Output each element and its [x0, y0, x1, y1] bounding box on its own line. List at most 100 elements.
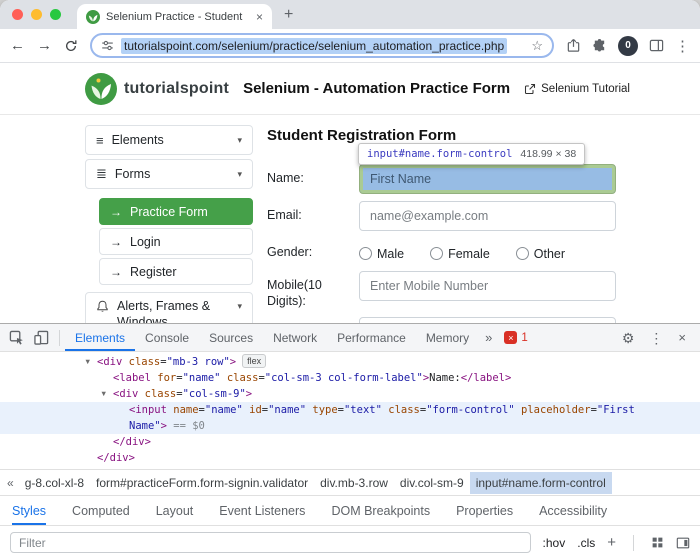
sidebar-item-alerts-frames-windows[interactable]: Alerts, Frames & Windows ▾ — [85, 292, 253, 323]
settings-gear-icon[interactable]: ⚙ — [622, 331, 635, 345]
url-text[interactable]: tutorialspoint.com/selenium/practice/sel… — [121, 38, 507, 54]
close-window-button[interactable] — [12, 9, 23, 20]
sidebar-item-register[interactable]: → Register — [99, 258, 253, 285]
radio-label: Other — [534, 247, 565, 261]
devtools-tabs: ElementsConsoleSourcesNetworkPerformance… — [65, 324, 479, 351]
bookmark-star-icon[interactable]: ☆ — [531, 38, 543, 54]
dom-tree-line[interactable]: ▼<div class="mb-3 row">flex — [0, 354, 700, 370]
new-style-rule-icon[interactable]: + — [607, 534, 616, 551]
devtools-tab-performance[interactable]: Performance — [327, 324, 416, 351]
dom-tree-line[interactable]: </div> — [0, 450, 700, 466]
breadcrumb-item[interactable]: g-8.col-xl-8 — [19, 472, 90, 494]
element-classes-button[interactable]: .cls — [577, 536, 595, 550]
breadcrumb-scroll-icon[interactable]: « — [2, 476, 19, 490]
radio-other[interactable] — [516, 247, 529, 260]
tutorialspoint-logo[interactable]: tutorialspoint — [85, 73, 229, 105]
radio-label: Male — [377, 247, 404, 261]
error-x-icon: × — [504, 331, 517, 344]
logo-text: tutorialspoint — [124, 80, 229, 98]
side-panel-icon[interactable] — [649, 38, 664, 53]
radio-option-other[interactable]: Other — [516, 247, 565, 261]
zoom-window-button[interactable] — [50, 9, 61, 20]
radio-female[interactable] — [430, 247, 443, 260]
device-toolbar-icon[interactable] — [34, 330, 49, 345]
sidebar-item-elements[interactable]: ≡ Elements ▾ — [85, 125, 253, 155]
styles-pane-tab-styles[interactable]: Styles — [12, 496, 46, 525]
back-icon[interactable]: ← — [10, 38, 25, 53]
flex-badge[interactable]: flex — [242, 354, 266, 368]
styles-pane-tab-computed[interactable]: Computed — [72, 496, 130, 525]
toggle-element-state-button[interactable]: :hov — [543, 536, 566, 550]
selenium-tutorial-link[interactable]: Selenium Tutorial — [524, 83, 630, 95]
styles-pane-tab-properties[interactable]: Properties — [456, 496, 513, 525]
extensions-puzzle-icon[interactable] — [592, 38, 607, 53]
email-input[interactable] — [359, 201, 616, 231]
sidebar-item-practice-form[interactable]: → Practice Form — [99, 198, 253, 225]
tab-title: Selenium Practice - Student — [106, 11, 250, 23]
devtools-toolbar-right: ⚙ ⋮ × — [622, 330, 696, 345]
mobile-field — [359, 271, 616, 310]
radio-option-female[interactable]: Female — [430, 247, 490, 261]
breadcrumb-item[interactable]: div.mb-3.row — [314, 472, 394, 494]
expand-arrow-icon[interactable]: ▼ — [100, 386, 113, 402]
dom-tree[interactable]: ▼<div class="mb-3 row">flex<label for="n… — [0, 352, 700, 469]
browser-menu-icon[interactable]: ⋮ — [675, 37, 690, 55]
name-input[interactable] — [359, 164, 616, 194]
devtools-tab-elements[interactable]: Elements — [65, 324, 135, 351]
devtools-tab-console[interactable]: Console — [135, 324, 199, 351]
dom-tree-line[interactable]: Name"> == $0 — [0, 418, 700, 434]
breadcrumb-item[interactable]: div.col-sm-9 — [394, 472, 470, 494]
breadcrumb-item[interactable]: form#practiceForm.form-signin.validator — [90, 472, 314, 494]
breadcrumb-list: g-8.col-xl-8form#practiceForm.form-signi… — [19, 470, 612, 495]
minimize-window-button[interactable] — [31, 9, 42, 20]
expand-arrow-icon[interactable]: ▼ — [84, 354, 97, 370]
dock-panel-icon[interactable] — [676, 536, 690, 550]
error-badge[interactable]: × 1 — [504, 331, 527, 344]
radio-male[interactable] — [359, 247, 372, 260]
devtools-menu-icon[interactable]: ⋮ — [649, 331, 663, 345]
devtools-panel: ElementsConsoleSourcesNetworkPerformance… — [0, 323, 700, 559]
address-bar[interactable]: tutorialspoint.com/selenium/practice/sel… — [90, 33, 554, 58]
more-tabs-icon[interactable]: » — [479, 330, 498, 345]
form-row-gender: Gender: Male Female Other — [267, 238, 616, 264]
name-label: Name: — [267, 164, 359, 194]
devtools-tab-network[interactable]: Network — [263, 324, 327, 351]
sidebar-label: Register — [130, 265, 177, 279]
form-row-dob: Date of Birth: — [267, 317, 616, 324]
dom-tree-line[interactable]: <input name="name" id="name" type="text"… — [0, 402, 700, 418]
sidebar-item-forms[interactable]: ≣ Forms ▾ — [85, 159, 253, 189]
forward-icon[interactable]: → — [37, 38, 52, 53]
share-icon[interactable] — [566, 38, 581, 53]
styles-pane-tab-layout[interactable]: Layout — [156, 496, 194, 525]
devtools-tab-memory[interactable]: Memory — [416, 324, 479, 351]
grid-icon[interactable] — [651, 536, 664, 549]
devtools-tab-sources[interactable]: Sources — [199, 324, 263, 351]
styles-pane-tab-accessibility[interactable]: Accessibility — [539, 496, 607, 525]
browser-tab[interactable]: Selenium Practice - Student × — [77, 4, 272, 29]
dom-tree-line[interactable]: <label for="name" class="col-sm-3 col-fo… — [0, 370, 700, 386]
dom-tree-line[interactable]: ▼<div class="col-sm-9"> — [0, 386, 700, 402]
inspect-icon[interactable] — [9, 330, 24, 345]
sidebar-label: Elements — [112, 133, 164, 147]
styles-filter-input[interactable] — [10, 532, 531, 553]
tab-strip: Selenium Practice - Student × + — [0, 0, 700, 29]
breadcrumb-item[interactable]: input#name.form-control — [470, 472, 612, 494]
form-row-name: Name: — [267, 164, 616, 194]
styles-pane-tab-dom-breakpoints[interactable]: DOM Breakpoints — [331, 496, 430, 525]
styles-pane-tab-event-listeners[interactable]: Event Listeners — [219, 496, 305, 525]
dom-tree-line[interactable]: </div> — [0, 434, 700, 450]
devtools-close-icon[interactable]: × — [678, 330, 686, 345]
site-settings-icon[interactable] — [101, 39, 114, 52]
sidebar-item-login[interactable]: → Login — [99, 228, 253, 255]
new-tab-button[interactable]: + — [284, 6, 293, 24]
profile-avatar[interactable]: 0 — [618, 36, 638, 56]
dob-input[interactable] — [359, 317, 616, 324]
tab-close-icon[interactable]: × — [256, 10, 263, 24]
web-page: tutorialspoint Selenium - Automation Pra… — [0, 63, 700, 323]
mobile-input[interactable] — [359, 271, 616, 301]
reload-icon[interactable] — [64, 39, 78, 53]
forms-subnav: → Practice Form → Login → Register — [99, 198, 253, 285]
radio-option-male[interactable]: Male — [359, 247, 404, 261]
sidebar-label: Login — [130, 235, 161, 249]
sidebar-label: Forms — [115, 167, 150, 181]
